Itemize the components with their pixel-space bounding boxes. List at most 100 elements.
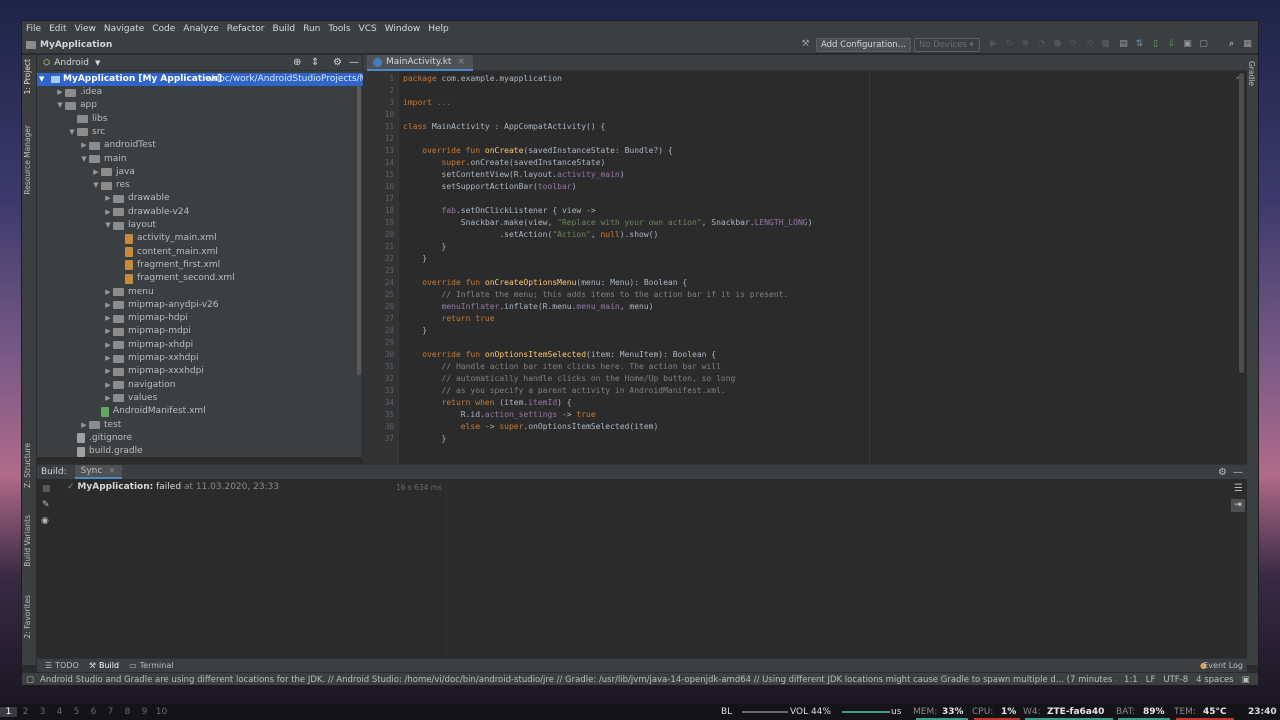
menu-vcs[interactable]: VCS [359,24,377,34]
tree-item[interactable]: fragment_first.xml [115,259,220,272]
search-icon[interactable]: ⌕ [1226,39,1237,50]
chevron-right-icon[interactable]: ▶ [103,286,113,299]
chevron-right-icon[interactable]: ▶ [103,339,113,352]
collapse-icon[interactable]: ⇕ [311,57,319,68]
code-line[interactable]: // automatically handle clicks on the Ho… [403,373,736,385]
code-line[interactable]: Snackbar.make(view, "Replace with your o… [403,217,813,229]
chevron-down-icon[interactable]: ▼ [79,153,89,166]
menu-refactor[interactable]: Refactor [227,24,265,34]
tab-gradle[interactable]: Gradle [1247,61,1256,86]
tab-sync[interactable]: Sync × [74,465,122,479]
tree-item[interactable]: ▶ navigation [103,379,175,392]
tree-item[interactable]: ▶ mipmap-xhdpi [103,339,193,352]
tab-project[interactable]: 1: Project [23,59,32,94]
workspace-7[interactable]: 7 [102,707,119,717]
chevron-right-icon[interactable]: ▶ [103,352,113,365]
tab-build[interactable]: Build [99,661,119,670]
chevron-down-icon[interactable]: ▼ [55,99,65,112]
workspace-5[interactable]: 5 [68,707,85,717]
project-view-select[interactable]: Android [54,58,89,68]
lock-icon[interactable]: ▣ [1242,675,1250,685]
menu-window[interactable]: Window [385,24,421,34]
chevron-right-icon[interactable]: ▶ [103,392,113,405]
tree-item[interactable]: activity_main.xml [115,232,217,245]
menu-help[interactable]: Help [428,24,449,34]
volume-indicator[interactable]: VOL 44% [790,707,831,717]
device-file-icon[interactable]: ▢ [1198,39,1209,50]
chevron-down-icon[interactable]: ▼ [67,126,77,139]
tree-item[interactable]: ▶ drawable [103,192,169,205]
chevron-right-icon[interactable]: ▶ [55,86,65,99]
debug-icon[interactable]: ✱ [1020,39,1031,50]
menu-analyze[interactable]: Analyze [183,24,218,34]
build-result-row[interactable]: ✓ MyApplication: failed at 11.03.2020, 2… [67,481,279,494]
status-message[interactable]: Android Studio and Gradle are using diff… [40,675,1116,685]
status-icon[interactable]: ▢ [26,675,34,685]
pin-icon[interactable]: ✎ [42,500,50,510]
tree-item[interactable]: ▶ mipmap-anydpi-v26 [103,299,218,312]
tree-item[interactable]: ▼ src [67,126,105,139]
project-scrollbar[interactable] [357,75,361,375]
code-line[interactable]: } [403,241,447,253]
code-line[interactable]: import ... [403,97,451,109]
layout-inspector-icon[interactable]: ▣ [1182,39,1193,50]
close-icon[interactable]: × [457,57,465,67]
rerun-icon[interactable]: ↻ [1004,39,1015,50]
code-line[interactable]: // Inflate the menu; this adds items to … [403,289,789,301]
add-configuration-button[interactable]: Add Configuration... [816,38,911,52]
device-select[interactable]: No Devices ▾ [914,38,980,52]
tree-item[interactable]: ▼ app [55,99,97,112]
project-structure-icon[interactable]: ▤ [1118,39,1129,50]
code-line[interactable]: return true [403,313,495,325]
chevron-right-icon[interactable]: ▶ [79,139,89,152]
tree-item[interactable]: ▶ values [103,392,157,405]
selected-root-row[interactable]: ▼ MyApplication [My Application] ~/doc/w… [37,73,401,86]
apply-changes-icon[interactable]: ⟳ [1068,39,1079,50]
code-line[interactable]: package com.example.myapplication [403,73,562,85]
tree-item[interactable]: fragment_second.xml [115,272,235,285]
workspace-active[interactable]: 1 [0,707,17,717]
close-icon[interactable]: × [108,466,116,476]
sdk-manager-icon[interactable]: ⇩ [1166,39,1177,50]
tree-item[interactable]: ▶ drawable-v24 [103,206,189,219]
tab-mainactivity[interactable]: MainActivity.kt × [367,55,474,71]
code-line[interactable]: override fun onCreate(savedInstanceState… [403,145,672,157]
chevron-down-icon[interactable]: ▼ [103,219,113,232]
tree-item[interactable]: ▶ menu [103,286,153,299]
tree-item[interactable]: ▶ mipmap-mdpi [103,325,191,338]
menu-view[interactable]: View [75,24,96,34]
code-line[interactable]: menuInflater.inflate(R.menu.menu_main, m… [403,301,654,313]
build-output[interactable]: ☰ ⇥ [447,479,1247,659]
locate-icon[interactable]: ⊕ [293,57,301,68]
menu-navigate[interactable]: Navigate [104,24,144,34]
caret-position[interactable]: 1:1 [1124,675,1138,685]
menu-code[interactable]: Code [152,24,175,34]
tree-item[interactable]: ▶ mipmap-hdpi [103,312,188,325]
code-line[interactable]: super.onCreate(savedInstanceState) [403,157,606,169]
line-separator[interactable]: LF [1146,675,1156,685]
code-editor[interactable]: package com.example.myapplication import … [399,71,1247,465]
chevron-down-icon[interactable]: ▼ [91,179,101,192]
breadcrumb-project[interactable]: MyApplication [40,40,112,50]
workspace-8[interactable]: 8 [119,707,136,717]
chevron-down-icon[interactable]: ▼ [39,73,44,86]
tree-item[interactable]: ▼ res [91,179,129,192]
workspace-10[interactable]: 10 [153,707,170,717]
chevron-down-icon[interactable]: ▼ [95,59,100,67]
soft-wrap-icon[interactable]: ☰ [1234,483,1243,494]
menu-build[interactable]: Build [273,24,296,34]
tree-item[interactable]: .gitignore [67,432,132,445]
tab-structure[interactable]: Z: Structure [23,443,32,488]
chevron-right-icon[interactable]: ▶ [103,325,113,338]
sync-gradle-icon[interactable]: ⇅ [1134,39,1145,50]
chevron-right-icon[interactable]: ▶ [103,192,113,205]
code-line[interactable]: } [403,253,427,265]
attach-icon[interactable]: ⬢ [1052,39,1063,50]
scroll-end-icon[interactable]: ⇥ [1231,499,1245,512]
menu-tools[interactable]: Tools [328,24,350,34]
workspace-4[interactable]: 4 [51,707,68,717]
minimize-icon[interactable]: — [1233,467,1243,478]
tab-terminal[interactable]: Terminal [140,661,174,670]
code-line[interactable]: .setAction("Action", null).show() [403,229,658,241]
tree-item[interactable]: build.gradle [67,445,143,458]
